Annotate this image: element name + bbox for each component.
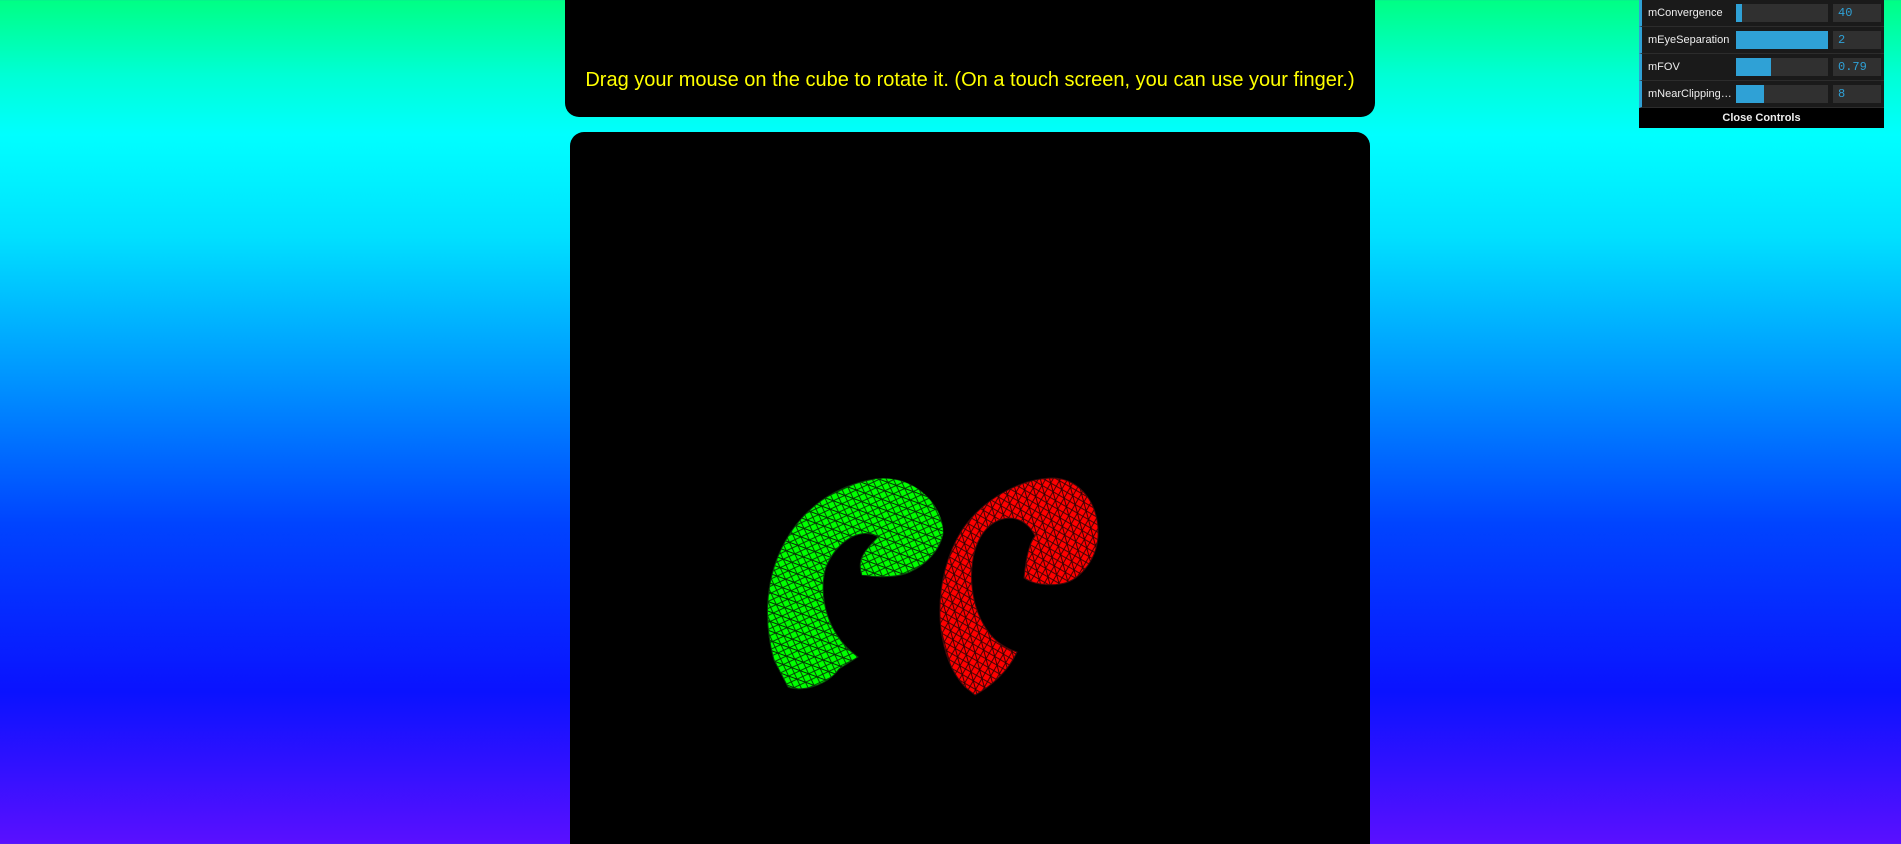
fov-input[interactable] [1833, 58, 1881, 76]
instruction-panel: Drag your mouse on the cube to rotate it… [565, 0, 1375, 117]
eye-separation-input[interactable] [1833, 31, 1881, 49]
stereo-scene[interactable] [570, 132, 1370, 844]
slider-fill [1736, 85, 1764, 103]
controls-panel: mConvergence mEyeSeparation mFOV mNearCl… [1639, 0, 1884, 128]
right-eye-mesh [939, 477, 1099, 696]
control-near-clipping: mNearClippingD... [1639, 81, 1884, 108]
control-convergence: mConvergence [1639, 0, 1884, 27]
slider-fill [1736, 31, 1828, 49]
near-clipping-slider[interactable] [1736, 85, 1828, 103]
control-label: mNearClippingD... [1648, 88, 1734, 100]
convergence-slider[interactable] [1736, 4, 1828, 22]
control-eye-separation: mEyeSeparation [1639, 27, 1884, 54]
convergence-input[interactable] [1833, 4, 1881, 22]
left-eye-mesh [766, 478, 944, 690]
slider-fill [1736, 4, 1742, 22]
close-controls-button[interactable]: Close Controls [1639, 108, 1884, 128]
webgl-canvas[interactable] [570, 132, 1370, 844]
eye-separation-slider[interactable] [1736, 31, 1828, 49]
control-label: mConvergence [1648, 7, 1723, 19]
slider-fill [1736, 58, 1771, 76]
fov-slider[interactable] [1736, 58, 1828, 76]
control-label: mFOV [1648, 61, 1680, 73]
instruction-text: Drag your mouse on the cube to rotate it… [585, 69, 1355, 91]
control-fov: mFOV [1639, 54, 1884, 81]
near-clipping-input[interactable] [1833, 85, 1881, 103]
control-label: mEyeSeparation [1648, 34, 1730, 46]
